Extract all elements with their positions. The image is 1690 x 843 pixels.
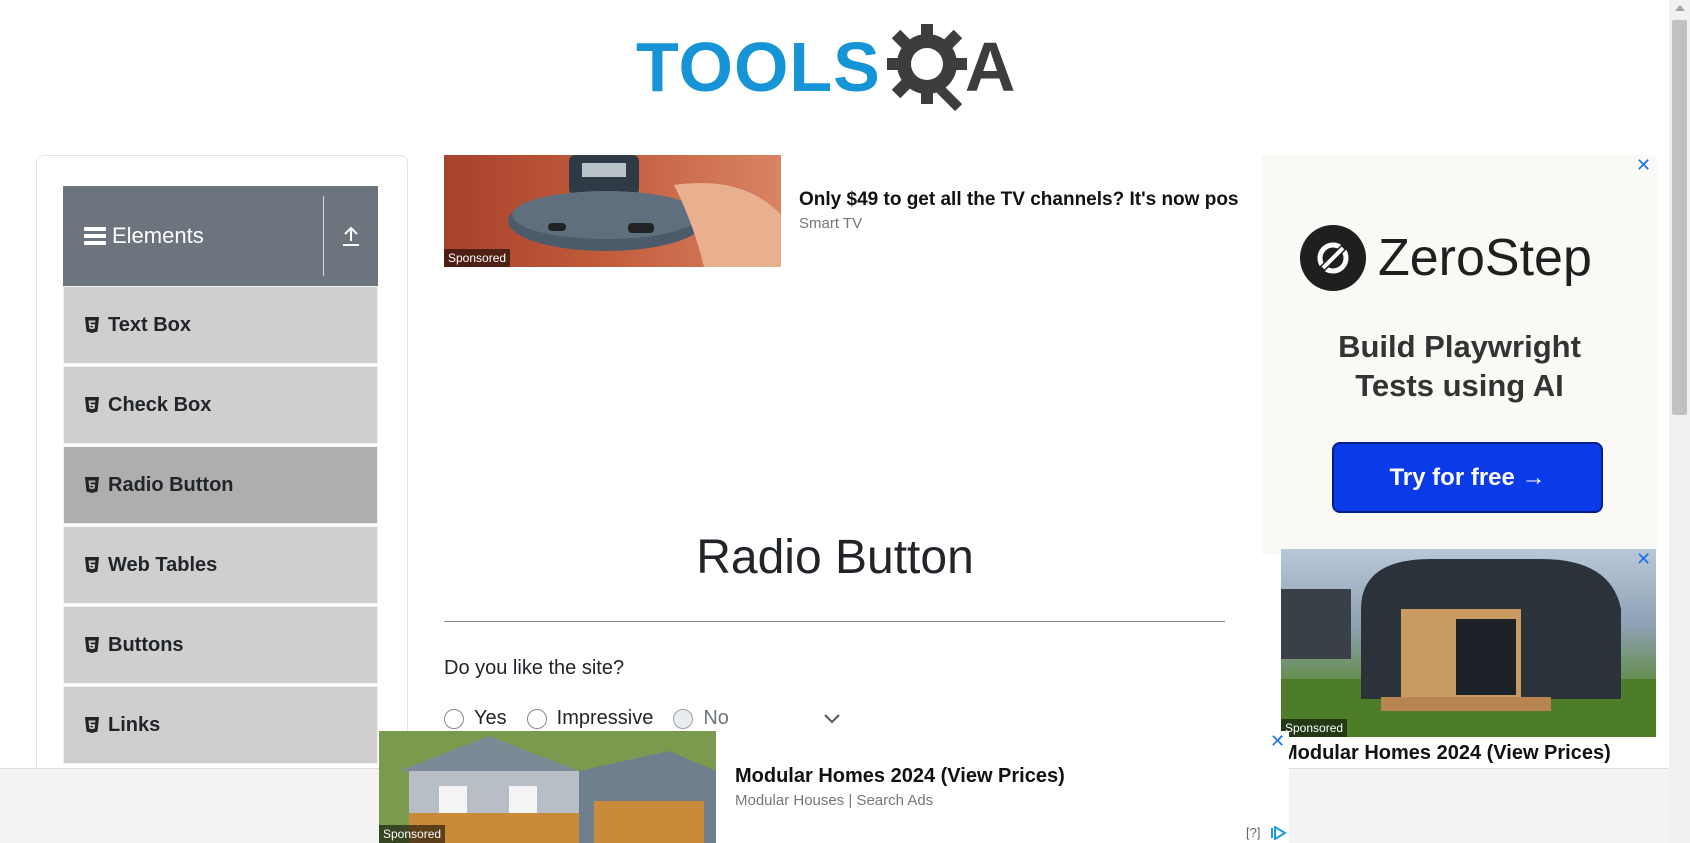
zerostep-logo: ZeroStep (1300, 225, 1592, 291)
ad-help-link[interactable]: [?] (1246, 825, 1260, 840)
ad-image[interactable]: Sponsored (444, 155, 781, 267)
adchoices-icon[interactable] (1271, 826, 1287, 840)
sidebar-item-links[interactable]: Links (63, 686, 378, 764)
close-icon[interactable]: ✕ (1270, 731, 1285, 752)
sidebar-item-label: Text Box (108, 313, 191, 336)
modular-homes-ad-image[interactable]: Sponsored (1281, 549, 1656, 737)
sidebar-item-label: Buttons (108, 633, 184, 656)
page-title: Radio Button (696, 531, 974, 584)
close-icon[interactable]: ✕ (1636, 549, 1651, 570)
menu-icon (84, 227, 106, 245)
ad-tagline-line-2: Tests using AI (1355, 368, 1564, 403)
ad-tagline: Build Playwright Tests using AI (1262, 327, 1657, 405)
question-label: Do you like the site? (444, 657, 625, 679)
scroll-thumb[interactable] (1672, 20, 1687, 415)
html5-icon (85, 397, 99, 413)
html5-icon (85, 717, 99, 733)
ad-source: Modular Houses | Search Ads (735, 792, 934, 809)
radio-no-label: No (703, 707, 729, 729)
ad-source: Smart TV (799, 215, 863, 232)
html5-icon (85, 317, 99, 333)
zerostep-brand: ZeroStep (1378, 229, 1592, 287)
upload-arrow-icon (343, 226, 359, 246)
sidebar-item-label: Radio Button (108, 473, 234, 496)
try-for-free-button[interactable]: Try for free → (1332, 442, 1603, 513)
sponsored-badge: Sponsored (1281, 719, 1348, 737)
site-logo[interactable]: TOOLS A (636, 20, 1038, 114)
logo-suffix: A (964, 28, 1016, 106)
gear-icon (886, 24, 967, 112)
logo-text: TOOLS (636, 28, 881, 106)
sponsored-badge: Sponsored (379, 825, 446, 843)
sidebar-item-radio-button[interactable]: Radio Button (63, 446, 378, 524)
sidebar-item-label: Web Tables (108, 553, 218, 576)
sidebar-item-label: Links (108, 713, 161, 736)
elements-group-header[interactable]: Elements (63, 186, 378, 286)
sidebar-item-label: Check Box (108, 393, 212, 416)
divider (444, 621, 1225, 622)
sidebar-item-web-tables[interactable]: Web Tables (63, 526, 378, 604)
ad-title[interactable]: Modular Homes 2024 (View Prices) (1281, 742, 1611, 765)
radio-yes[interactable] (444, 708, 464, 729)
zerostep-ad[interactable]: ZeroStep Build Playwright Tests using AI… (1262, 155, 1657, 555)
html5-icon (85, 637, 99, 653)
html5-icon (85, 557, 99, 573)
zerostep-mark-icon (1300, 225, 1366, 291)
vertical-scrollbar[interactable] (1669, 0, 1690, 843)
ad-image[interactable]: Sponsored (379, 731, 716, 843)
sidebar-item-buttons[interactable]: Buttons (63, 606, 378, 684)
close-icon[interactable]: ✕ (1636, 155, 1651, 176)
radio-yes-label[interactable]: Yes (474, 707, 507, 730)
radio-no (673, 708, 694, 729)
left-panel: Elements Text Box Check Box Radio Button… (36, 155, 408, 843)
sidebar-item-text-box[interactable]: Text Box (63, 286, 378, 364)
sidebar-item-check-box[interactable]: Check Box (63, 366, 378, 444)
ad-tagline-line-1: Build Playwright (1338, 329, 1581, 364)
ad-title[interactable]: Modular Homes 2024 (View Prices) (735, 765, 1065, 788)
radio-impressive[interactable] (526, 708, 547, 729)
ad-title[interactable]: Only $49 to get all the TV channels? It'… (799, 189, 1264, 211)
scroll-up-arrow-icon[interactable] (1675, 5, 1685, 11)
chevron-down-icon[interactable] (822, 712, 842, 726)
sponsored-ad-bottom[interactable]: Sponsored Modular Homes 2024 (View Price… (379, 731, 1289, 843)
sponsored-badge: Sponsored (444, 249, 511, 267)
collapse-toggle[interactable] (324, 186, 378, 286)
sponsored-ad-top[interactable]: Sponsored Only $49 to get all the TV cha… (444, 155, 1264, 267)
group-title: Elements (112, 223, 204, 248)
html5-icon (85, 477, 99, 493)
radio-group: Yes Impressive No (444, 707, 749, 730)
cabin-image (1281, 559, 1656, 737)
radio-impressive-label[interactable]: Impressive (557, 707, 654, 730)
